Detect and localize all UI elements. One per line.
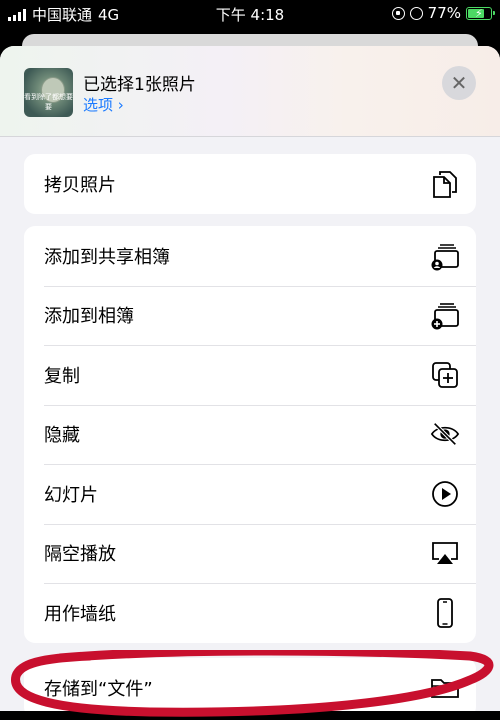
action-use-as-wallpaper[interactable]: 用作墙纸 bbox=[24, 583, 476, 643]
status-right: 77% ⚡ bbox=[391, 4, 495, 22]
action-label: 隐藏 bbox=[44, 425, 80, 447]
photo-thumbnail: 看到除了都想要要 bbox=[24, 68, 73, 117]
action-save-to-files[interactable]: 存储到“文件” bbox=[24, 658, 476, 711]
add-album-icon bbox=[430, 300, 460, 330]
copy-doc-icon bbox=[430, 169, 460, 199]
action-duplicate[interactable]: 复制 bbox=[24, 345, 476, 405]
action-label: 添加到共享相簿 bbox=[44, 246, 170, 268]
close-button[interactable]: ✕ bbox=[442, 66, 476, 100]
eye-slash-icon bbox=[430, 419, 460, 449]
battery-icon: ⚡ bbox=[466, 6, 495, 20]
action-group-copy: 拷贝照片 bbox=[24, 154, 476, 214]
action-hide[interactable]: 隐藏 bbox=[24, 404, 476, 465]
folder-icon bbox=[430, 673, 460, 703]
duplicate-icon bbox=[430, 360, 460, 390]
action-slideshow[interactable]: 幻灯片 bbox=[24, 464, 476, 524]
action-label: 幻灯片 bbox=[44, 484, 98, 506]
close-icon: ✕ bbox=[450, 71, 468, 95]
action-group-files: 存储到“文件” bbox=[24, 658, 476, 711]
options-link[interactable]: 选项 › bbox=[83, 94, 124, 115]
action-label: 隔空播放 bbox=[44, 544, 116, 566]
action-label: 存储到“文件” bbox=[44, 678, 153, 700]
action-group-main: 添加到共享相簿 添加到相簿 复制 隐藏 幻灯片 隔空播放 用作墙纸 bbox=[24, 226, 476, 643]
share-sheet: 看到除了都想要要 已选择1张照片 选项 › ✕ 拷贝照片 添加到共享相簿 添加到… bbox=[0, 46, 500, 711]
action-label: 用作墙纸 bbox=[44, 603, 116, 625]
action-label: 拷贝照片 bbox=[44, 174, 116, 196]
battery-percent: 77% bbox=[427, 4, 461, 22]
action-airplay[interactable]: 隔空播放 bbox=[24, 523, 476, 584]
action-copy-photo[interactable]: 拷贝照片 bbox=[24, 154, 476, 214]
action-add-shared-album[interactable]: 添加到共享相簿 bbox=[24, 226, 476, 286]
airplay-icon bbox=[430, 538, 460, 568]
thumbnail-caption: 看到除了都想要要 bbox=[24, 93, 73, 111]
orientation-lock-icon bbox=[391, 6, 405, 20]
phone-icon bbox=[430, 597, 460, 628]
action-add-album[interactable]: 添加到相簿 bbox=[24, 285, 476, 346]
share-sheet-header: 看到除了都想要要 已选择1张照片 选项 › ✕ bbox=[0, 46, 500, 137]
play-circle-icon bbox=[430, 479, 460, 509]
selection-title: 已选择1张照片 bbox=[83, 75, 196, 95]
alarm-icon bbox=[409, 6, 423, 20]
action-label: 复制 bbox=[44, 365, 80, 387]
shared-album-icon bbox=[430, 241, 460, 271]
status-bar: 中国联通 4G 下午 4:18 77% ⚡ bbox=[0, 0, 500, 26]
action-label: 添加到相簿 bbox=[44, 306, 134, 328]
